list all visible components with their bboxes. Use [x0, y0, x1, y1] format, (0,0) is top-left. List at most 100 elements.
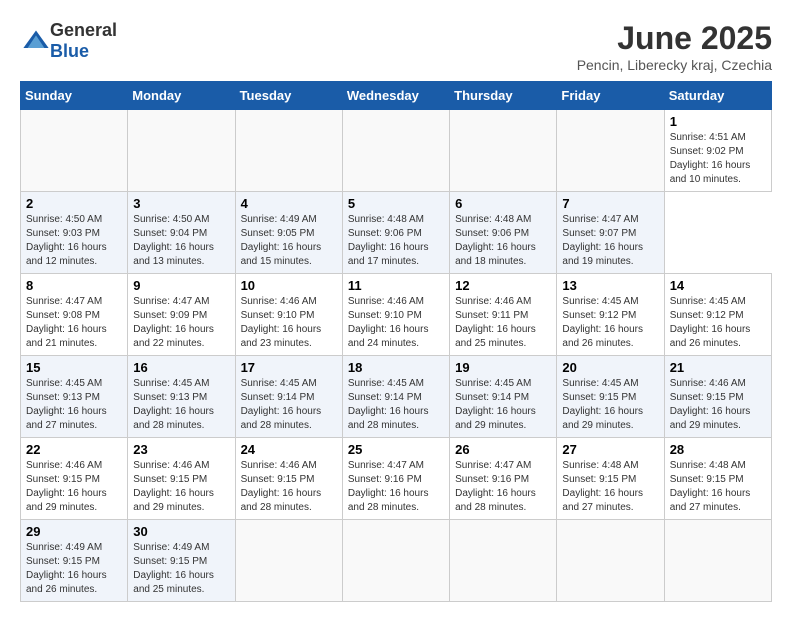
day-number: 22 [26, 442, 122, 457]
day-number: 18 [348, 360, 444, 375]
header-wednesday: Wednesday [342, 82, 449, 110]
calendar-cell: 30 Sunrise: 4:49 AMSunset: 9:15 PMDayligh… [128, 520, 235, 602]
calendar-cell: 16 Sunrise: 4:45 AMSunset: 9:13 PMDayligh… [128, 356, 235, 438]
header-monday: Monday [128, 82, 235, 110]
calendar-cell: 15Sunrise: 4:45 AMSunset: 9:13 PMDayligh… [21, 356, 128, 438]
day-info: Sunrise: 4:48 AMSunset: 9:06 PMDaylight:… [348, 213, 444, 269]
day-info: Sunrise: 4:49 AMSunset: 9:05 PMDaylight:… [241, 213, 337, 269]
calendar-cell: 19 Sunrise: 4:45 AMSunset: 9:14 PMDayligh… [450, 356, 557, 438]
calendar-cell [235, 520, 342, 602]
day-number: 6 [455, 196, 551, 211]
day-number: 10 [241, 278, 337, 293]
calendar-cell [342, 520, 449, 602]
logo-blue: Blue [50, 41, 89, 61]
calendar-cell: 21Sunrise: 4:46 AMSunset: 9:15 PMDayligh… [664, 356, 771, 438]
day-number: 8 [26, 278, 122, 293]
day-info: Sunrise: 4:45 AMSunset: 9:15 PMDaylight:… [562, 377, 658, 433]
calendar-cell: 18Sunrise: 4:45 AMSunset: 9:14 PMDayligh… [342, 356, 449, 438]
header-sunday: Sunday [21, 82, 128, 110]
day-number: 30 [133, 524, 229, 539]
calendar-cell: 11Sunrise: 4:46 AMSunset: 9:10 PMDayligh… [342, 274, 449, 356]
calendar-row-3: 8Sunrise: 4:47 AMSunset: 9:08 PMDaylight… [21, 274, 772, 356]
day-number: 19 [455, 360, 551, 375]
title-section: June 2025 Pencin, Liberecky kraj, Czechi… [577, 20, 772, 73]
day-info: Sunrise: 4:46 AMSunset: 9:15 PMDaylight:… [241, 459, 337, 515]
calendar-cell: 28Sunrise: 4:48 AMSunset: 9:15 PMDayligh… [664, 438, 771, 520]
day-number: 11 [348, 278, 444, 293]
day-number: 20 [562, 360, 658, 375]
calendar-cell [450, 520, 557, 602]
calendar-cell: 20 Sunrise: 4:45 AMSunset: 9:15 PMDayligh… [557, 356, 664, 438]
calendar-cell: 29 Sunrise: 4:49 AMSunset: 9:15 PMDayligh… [21, 520, 128, 602]
calendar-cell: 3 Sunrise: 4:50 AMSunset: 9:04 PMDaylight… [128, 192, 235, 274]
header-friday: Friday [557, 82, 664, 110]
day-number: 7 [562, 196, 658, 211]
header-saturday: Saturday [664, 82, 771, 110]
day-number: 26 [455, 442, 551, 457]
day-info: Sunrise: 4:49 AMSunset: 9:15 PMDaylight:… [133, 541, 229, 597]
day-info: Sunrise: 4:47 AMSunset: 9:07 PMDaylight:… [562, 213, 658, 269]
calendar-cell: 6Sunrise: 4:48 AMSunset: 9:06 PMDaylight… [450, 192, 557, 274]
calendar-cell: 9Sunrise: 4:47 AMSunset: 9:09 PMDaylight… [128, 274, 235, 356]
calendar-cell [128, 110, 235, 192]
day-info: Sunrise: 4:45 AMSunset: 9:13 PMDaylight:… [26, 377, 122, 433]
day-number: 13 [562, 278, 658, 293]
logo-icon [22, 27, 50, 55]
calendar-cell: 12Sunrise: 4:46 AMSunset: 9:11 PMDayligh… [450, 274, 557, 356]
calendar-row-1: 1Sunrise: 4:51 AMSunset: 9:02 PMDaylight… [21, 110, 772, 192]
day-info: Sunrise: 4:47 AMSunset: 9:16 PMDaylight:… [348, 459, 444, 515]
calendar-cell: 22 Sunrise: 4:46 AMSunset: 9:15 PMDayligh… [21, 438, 128, 520]
day-number: 28 [670, 442, 766, 457]
day-number: 5 [348, 196, 444, 211]
day-number: 2 [26, 196, 122, 211]
calendar-cell: 25 Sunrise: 4:47 AMSunset: 9:16 PMDayligh… [342, 438, 449, 520]
location: Pencin, Liberecky kraj, Czechia [577, 57, 772, 73]
calendar-cell: 2Sunrise: 4:50 AMSunset: 9:03 PMDaylight… [21, 192, 128, 274]
day-info: Sunrise: 4:50 AMSunset: 9:04 PMDaylight:… [133, 213, 229, 269]
page-header: General Blue June 2025 Pencin, Liberecky… [20, 20, 772, 73]
day-number: 3 [133, 196, 229, 211]
calendar-cell: 23Sunrise: 4:46 AMSunset: 9:15 PMDayligh… [128, 438, 235, 520]
day-info: Sunrise: 4:51 AMSunset: 9:02 PMDaylight:… [670, 131, 766, 187]
day-number: 17 [241, 360, 337, 375]
calendar-cell: 26Sunrise: 4:47 AMSunset: 9:16 PMDayligh… [450, 438, 557, 520]
calendar-cell [21, 110, 128, 192]
day-number: 27 [562, 442, 658, 457]
calendar-cell: 1Sunrise: 4:51 AMSunset: 9:02 PMDaylight… [664, 110, 771, 192]
day-number: 16 [133, 360, 229, 375]
day-info: Sunrise: 4:45 AMSunset: 9:14 PMDaylight:… [241, 377, 337, 433]
calendar-cell: 17 Sunrise: 4:45 AMSunset: 9:14 PMDayligh… [235, 356, 342, 438]
day-number: 14 [670, 278, 766, 293]
day-info: Sunrise: 4:48 AMSunset: 9:15 PMDaylight:… [562, 459, 658, 515]
calendar-cell [342, 110, 449, 192]
calendar-cell: 4Sunrise: 4:49 AMSunset: 9:05 PMDaylight… [235, 192, 342, 274]
logo: General Blue [20, 20, 117, 62]
logo-general: General [50, 20, 117, 40]
header-thursday: Thursday [450, 82, 557, 110]
day-number: 12 [455, 278, 551, 293]
calendar-cell [557, 520, 664, 602]
day-number: 24 [241, 442, 337, 457]
day-info: Sunrise: 4:45 AMSunset: 9:14 PMDaylight:… [455, 377, 551, 433]
calendar-table: SundayMondayTuesdayWednesdayThursdayFrid… [20, 81, 772, 602]
day-number: 23 [133, 442, 229, 457]
day-info: Sunrise: 4:45 AMSunset: 9:13 PMDaylight:… [133, 377, 229, 433]
calendar-cell: 24 Sunrise: 4:46 AMSunset: 9:15 PMDayligh… [235, 438, 342, 520]
calendar-row-6: 29 Sunrise: 4:49 AMSunset: 9:15 PMDayligh… [21, 520, 772, 602]
month-title: June 2025 [577, 20, 772, 57]
calendar-cell: 14Sunrise: 4:45 AMSunset: 9:12 PMDayligh… [664, 274, 771, 356]
calendar-cell: 5 Sunrise: 4:48 AMSunset: 9:06 PMDaylight… [342, 192, 449, 274]
calendar-row-4: 15Sunrise: 4:45 AMSunset: 9:13 PMDayligh… [21, 356, 772, 438]
day-number: 29 [26, 524, 122, 539]
calendar-cell [557, 110, 664, 192]
day-number: 25 [348, 442, 444, 457]
header-tuesday: Tuesday [235, 82, 342, 110]
day-info: Sunrise: 4:49 AMSunset: 9:15 PMDaylight:… [26, 541, 122, 597]
calendar-cell: 10 Sunrise: 4:46 AMSunset: 9:10 PMDayligh… [235, 274, 342, 356]
day-info: Sunrise: 4:46 AMSunset: 9:15 PMDaylight:… [26, 459, 122, 515]
calendar-cell: 8Sunrise: 4:47 AMSunset: 9:08 PMDaylight… [21, 274, 128, 356]
day-info: Sunrise: 4:46 AMSunset: 9:10 PMDaylight:… [241, 295, 337, 351]
calendar-cell [235, 110, 342, 192]
calendar-cell: 13 Sunrise: 4:45 AMSunset: 9:12 PMDayligh… [557, 274, 664, 356]
day-info: Sunrise: 4:45 AMSunset: 9:12 PMDaylight:… [562, 295, 658, 351]
